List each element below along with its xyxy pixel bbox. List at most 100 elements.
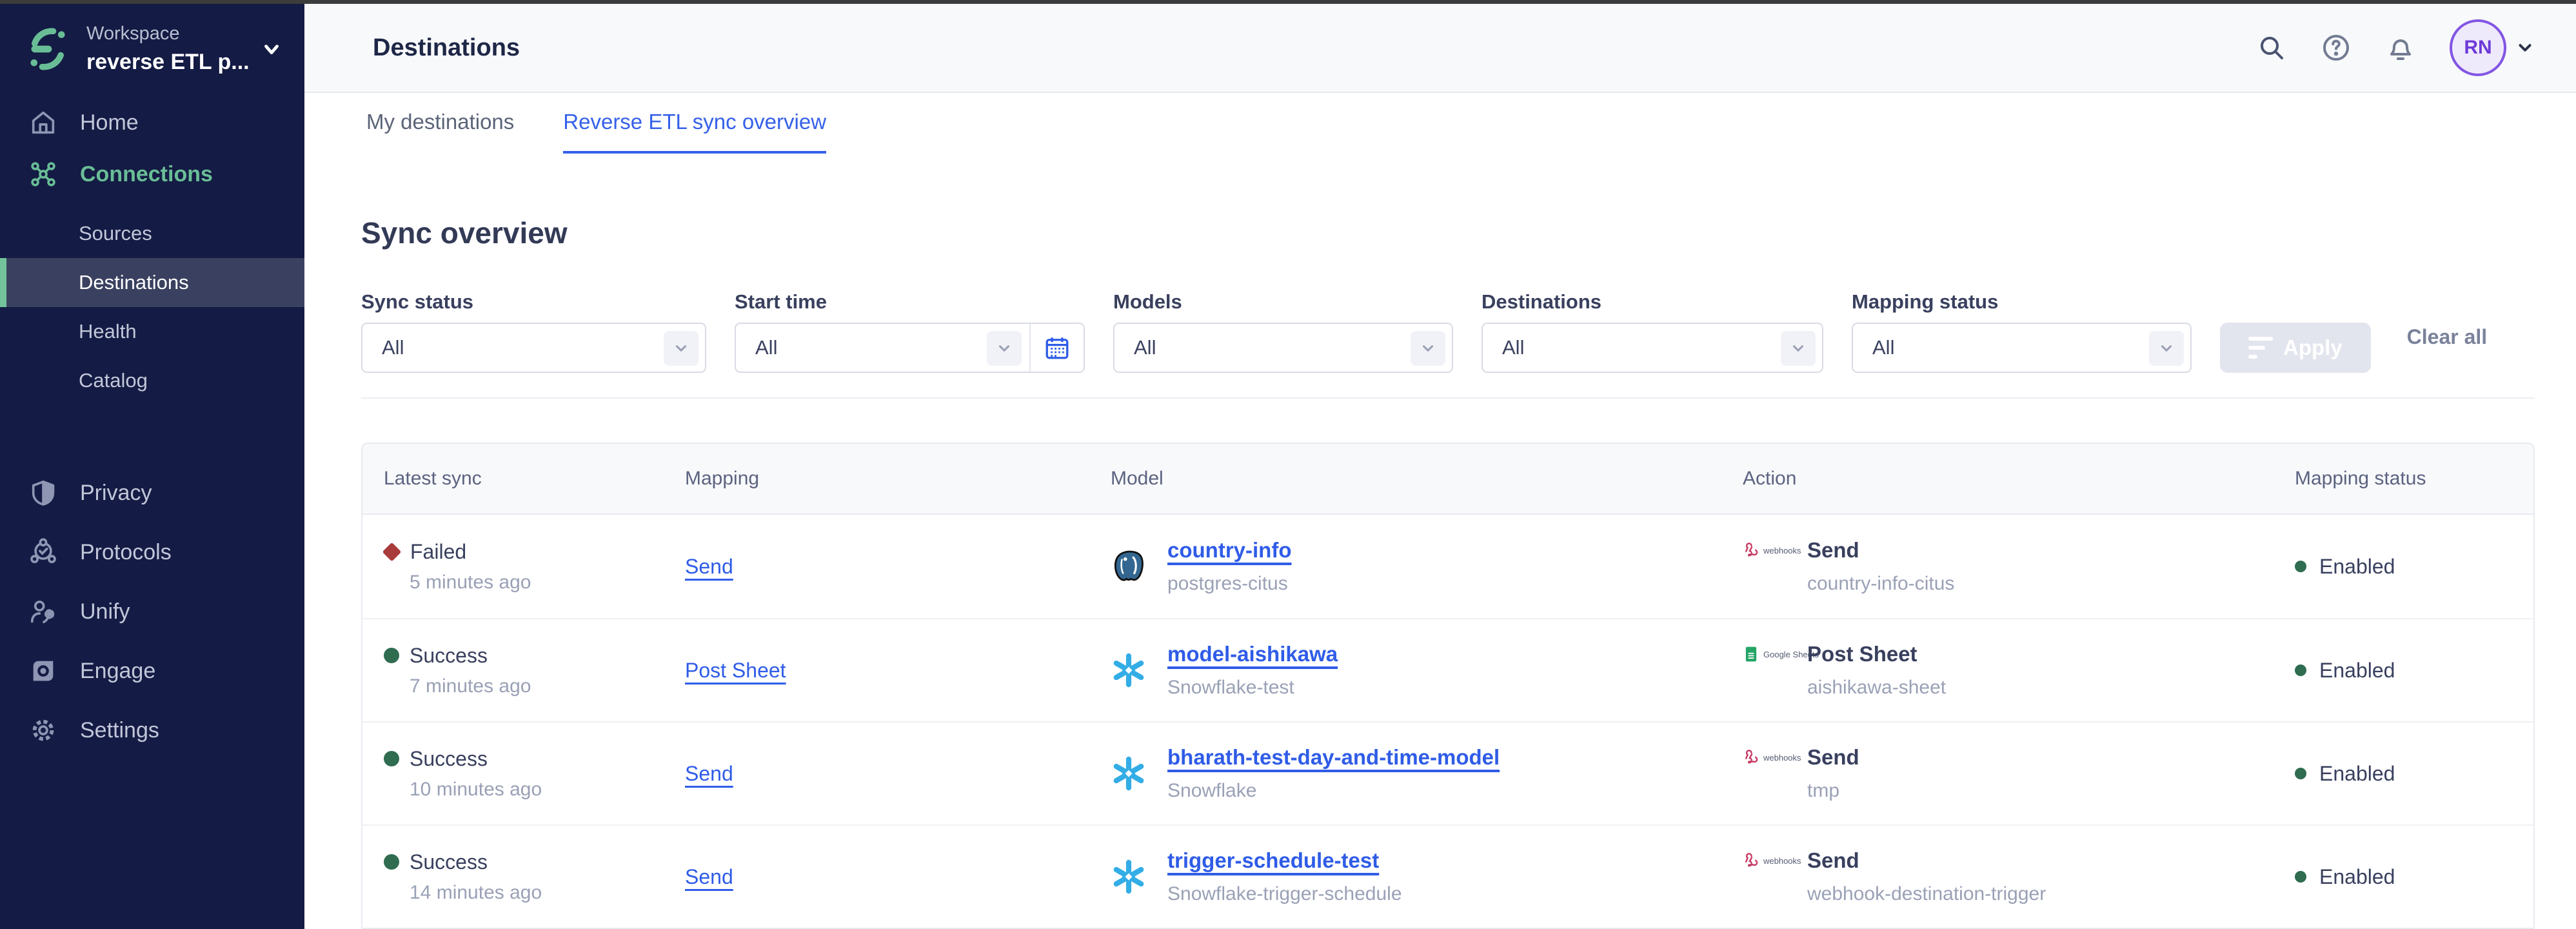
sidebar-item-destinations[interactable]: Destinations [0, 258, 304, 307]
model-source-name: Snowflake-test [1167, 677, 1338, 699]
app-window: Workspace reverse ETL p... Home [0, 0, 2576, 929]
connections-icon [28, 159, 58, 189]
destination-name: aishikawa-sheet [1807, 677, 1946, 699]
rudderstack-logo-icon [26, 27, 70, 71]
mapping-link[interactable]: Post Sheet [685, 659, 786, 682]
model-name-link[interactable]: bharath-test-day-and-time-model [1167, 745, 1500, 770]
sidebar-item-home[interactable]: Home [0, 97, 304, 148]
section-divider [361, 397, 2535, 399]
mapping-status-cell: Enabled [2295, 865, 2533, 889]
chevron-down-icon [1781, 331, 1816, 366]
destination-icon-caption: webhooks [1763, 753, 1801, 763]
sidebar-lower-group: Privacy Protocols [0, 463, 304, 760]
destination-icon: webhooks [1743, 852, 1807, 869]
mapping-link[interactable]: Send [685, 762, 733, 785]
sidebar-item-catalog[interactable]: Catalog [0, 356, 304, 405]
account-menu[interactable]: RN [2450, 19, 2535, 76]
sidebar-item-engage[interactable]: Engage [0, 641, 304, 701]
sidebar-item-sources[interactable]: Sources [0, 209, 304, 258]
workspace-name: reverse ETL p... [86, 50, 261, 75]
enabled-status-dot [2295, 871, 2306, 883]
sync-status-icon [384, 751, 399, 766]
mapping-link[interactable]: Send [685, 555, 733, 578]
calendar-picker-button[interactable] [1029, 324, 1084, 372]
sync-time: 10 minutes ago [410, 779, 685, 801]
sync-status-label: Success [410, 747, 488, 771]
sidebar-item-privacy[interactable]: Privacy [0, 463, 304, 523]
column-header-mapping: Mapping [685, 468, 1111, 490]
destination-icon: webhooks [1743, 749, 1807, 766]
model-source-icon [1111, 859, 1147, 895]
start-time-select[interactable]: All [735, 323, 1085, 373]
filter-icon [2248, 337, 2273, 359]
model-name-link[interactable]: trigger-schedule-test [1167, 848, 1402, 873]
action-name: Post Sheet [1807, 642, 1946, 666]
filter-mapping-status: Mapping status All [1852, 259, 2192, 373]
filter-models: Models All [1113, 259, 1453, 373]
webhooks-icon [1743, 749, 1759, 766]
filter-label: Start time [735, 290, 1085, 314]
tab-bar: My destinations Reverse ETL sync overvie… [304, 93, 2576, 155]
calendar-icon [1044, 334, 1071, 361]
destinations-select[interactable]: All [1481, 323, 1823, 373]
sync-status-label: Failed [410, 540, 466, 564]
sidebar-item-unify[interactable]: Unify [0, 582, 304, 641]
workspace-switcher[interactable]: Workspace reverse ETL p... [0, 4, 304, 90]
mapping-status-select[interactable]: All [1852, 323, 2192, 373]
protocols-icon [28, 537, 58, 567]
sidebar-nav: Home Connections Sources [0, 97, 304, 760]
model-source-icon [1111, 755, 1147, 792]
sync-time: 14 minutes ago [410, 882, 685, 904]
sidebar-item-label: Sources [79, 222, 152, 245]
models-select[interactable]: All [1113, 323, 1453, 373]
section-heading: Sync overview [361, 215, 2535, 250]
mapping-cell: Send [685, 555, 1111, 579]
filter-label: Destinations [1481, 290, 1823, 314]
column-header-model: Model [1111, 468, 1743, 490]
header-actions: RN [2256, 19, 2535, 76]
sidebar-item-connections[interactable]: Connections [0, 148, 304, 200]
select-value: All [1483, 336, 1524, 359]
mapping-link[interactable]: Send [685, 865, 733, 888]
apply-button[interactable]: Apply [2220, 323, 2371, 373]
filter-bar: Sync status All Start time All [361, 259, 2535, 373]
sidebar-item-label: Destinations [79, 271, 189, 294]
model-cell: model-aishikawa Snowflake-test [1111, 642, 1743, 699]
mapping-status-label: Enabled [2319, 865, 2395, 889]
clear-all-button[interactable]: Clear all [2407, 325, 2488, 349]
sidebar-item-label: Privacy [80, 481, 152, 506]
sync-status-icon [382, 542, 402, 561]
destination-icon: webhooks [1743, 542, 1807, 559]
destination-name: webhook-destination-trigger [1807, 883, 2046, 905]
table-row: Success 14 minutes ago Send [362, 824, 2533, 928]
sidebar-item-protocols[interactable]: Protocols [0, 523, 304, 582]
action-name: Send [1807, 848, 2046, 873]
sync-status-icon [384, 648, 399, 663]
column-header-mapping-status: Mapping status [2295, 468, 2533, 490]
action-cell: Google Sheets Post Sheet aishikawa-sheet [1743, 642, 2295, 699]
sync-status-icon [384, 854, 399, 870]
tab-my-destinations[interactable]: My destinations [366, 110, 514, 151]
sidebar-item-health[interactable]: Health [0, 307, 304, 356]
action-cell: webhooks Send country-info-citus [1743, 538, 2295, 595]
latest-sync-cell: Success 10 minutes ago [384, 747, 685, 801]
gear-icon [28, 715, 58, 745]
model-source-name: Snowflake-trigger-schedule [1167, 883, 1402, 905]
avatar[interactable]: RN [2450, 19, 2506, 76]
sidebar-item-settings[interactable]: Settings [0, 701, 304, 760]
destination-name: country-info-citus [1807, 573, 1954, 595]
search-icon[interactable] [2256, 32, 2287, 63]
table-row: Success 7 minutes ago Post Sheet [362, 618, 2533, 721]
mapping-status-label: Enabled [2319, 762, 2395, 786]
destination-name: tmp [1807, 780, 1859, 802]
model-name-link[interactable]: model-aishikawa [1167, 642, 1338, 666]
sidebar-item-label: Catalog [79, 369, 148, 392]
tab-reverse-etl-sync-overview[interactable]: Reverse ETL sync overview [563, 110, 826, 154]
help-icon[interactable] [2321, 32, 2352, 63]
notifications-bell-icon[interactable] [2385, 32, 2416, 63]
home-icon [28, 108, 58, 137]
sync-status-select[interactable]: All [361, 323, 706, 373]
chevron-down-icon [2515, 38, 2535, 57]
enabled-status-dot [2295, 768, 2306, 779]
model-name-link[interactable]: country-info [1167, 538, 1291, 563]
